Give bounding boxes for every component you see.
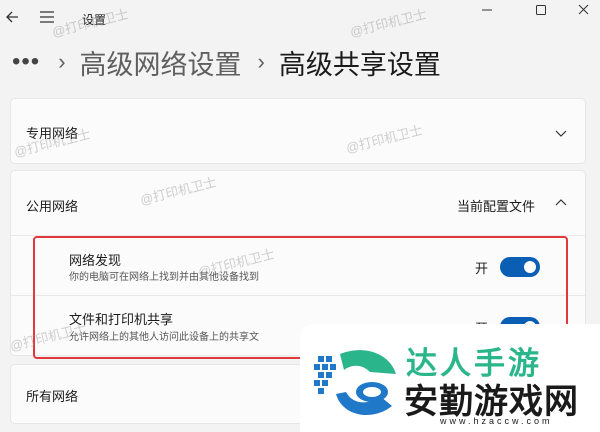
chevron-up-icon[interactable] <box>554 196 568 210</box>
logo-url-text: www.hzaccw.com <box>440 416 553 426</box>
network-discovery-row: 网络发现 你的电脑可在网络上找到并由其他设备找到 开 <box>11 236 585 296</box>
chevron-right-icon: › <box>58 49 66 74</box>
page-title: 高级共享设置 <box>278 49 441 80</box>
back-arrow-icon[interactable] <box>2 6 24 28</box>
network-discovery-title: 网络发现 <box>69 253 122 268</box>
maximize-icon[interactable] <box>518 0 564 30</box>
toggle-knob <box>524 261 537 273</box>
breadcrumb-item-advanced-network[interactable]: 高级网络设置 <box>80 43 242 82</box>
site-logo-icon <box>314 350 396 416</box>
current-profile-label: 当前配置文件 <box>457 199 536 214</box>
site-logo-overlay: 达人手游 安勤游戏网 www.hzaccw.com <box>300 324 600 432</box>
chevron-down-icon <box>555 130 567 137</box>
public-network-label: 公用网络 <box>26 199 79 214</box>
all-networks-label: 所有网络 <box>26 389 79 404</box>
network-discovery-toggle-group: 开 <box>475 256 541 278</box>
breadcrumb: ••• › 高级网络设置 › 高级共享设置 <box>12 40 441 84</box>
private-network-section[interactable]: 专用网络 <box>10 98 586 164</box>
chevron-right-icon: › <box>257 49 265 74</box>
network-discovery-toggle[interactable] <box>500 257 541 277</box>
breadcrumb-more-button[interactable]: ••• <box>12 50 40 74</box>
file-printer-sharing-description: 允许网络上的其他人访问此设备上的共享文 <box>69 332 259 343</box>
close-icon[interactable] <box>560 0 600 30</box>
network-discovery-state: 开 <box>475 260 489 276</box>
minimize-icon[interactable] <box>464 0 510 30</box>
